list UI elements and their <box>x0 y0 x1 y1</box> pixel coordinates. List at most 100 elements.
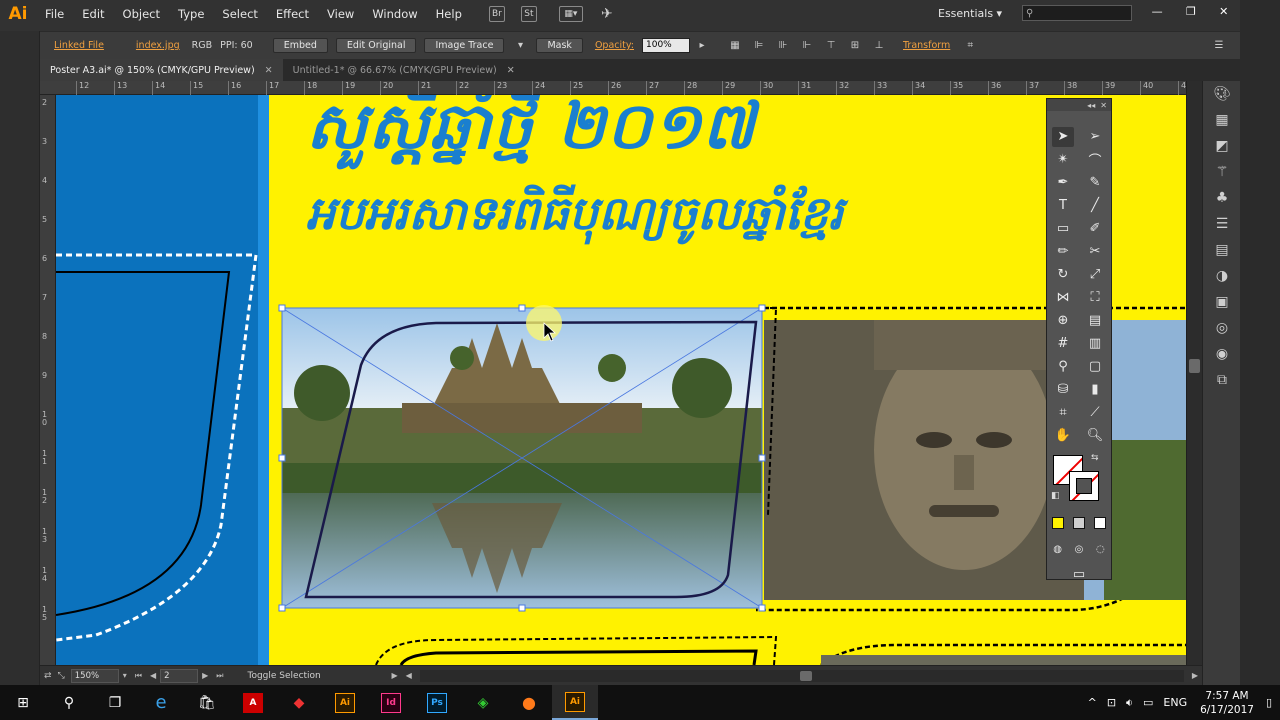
panel-menu-icon[interactable]: ☰ <box>1212 39 1226 53</box>
edge-icon[interactable]: e <box>138 685 184 720</box>
status-text[interactable]: Toggle Selection <box>247 671 387 681</box>
last-artboard-icon[interactable]: ⏭ <box>216 671 223 681</box>
menu-edit[interactable]: Edit <box>73 7 113 21</box>
previous-artboard-icon[interactable]: ◀ <box>150 671 156 680</box>
appearance-icon[interactable]: ▣ <box>1203 289 1241 315</box>
color-panel-icon[interactable]: 🎨︎ <box>1203 81 1241 107</box>
help-search-input[interactable]: ⚲ <box>1022 5 1132 21</box>
show-hidden-icons-icon[interactable]: ^ <box>1088 696 1097 709</box>
gradient-swatch-icon[interactable] <box>1072 517 1085 529</box>
artboards-icon[interactable]: ⧉ <box>1203 367 1241 393</box>
draw-inside-icon[interactable]: ◌ <box>1090 539 1111 559</box>
swatches-icon[interactable]: ◩ <box>1203 133 1241 159</box>
slice-tool-icon[interactable]: ⟋ <box>1084 403 1106 423</box>
draw-normal-icon[interactable]: ◍ <box>1047 539 1068 559</box>
default-fill-stroke-icon[interactable]: ◧ <box>1051 491 1060 501</box>
next-artboard-icon[interactable]: ▶ <box>202 671 208 680</box>
gpu-performance-icon[interactable]: ✈ <box>599 6 615 22</box>
store-icon[interactable]: 🛍︎ <box>184 685 230 720</box>
firefox-icon[interactable]: ● <box>506 685 552 720</box>
eyedropper-tool-icon[interactable]: ⚲ <box>1052 357 1074 377</box>
symbols-icon[interactable]: ♣ <box>1203 185 1241 211</box>
transform-link[interactable]: Transform <box>903 40 950 51</box>
opacity-arrow-icon[interactable]: ▸ <box>695 39 709 53</box>
brushes-icon[interactable]: ⚚ <box>1203 159 1241 185</box>
close-icon[interactable]: ✕ <box>507 65 515 76</box>
scissors-tool-icon[interactable]: ✂ <box>1084 242 1106 262</box>
task-view-icon[interactable]: ❐ <box>92 685 138 720</box>
linked-file-link[interactable]: Linked File <box>54 40 104 51</box>
pen-tool-icon[interactable]: ✒ <box>1052 173 1074 193</box>
zoom-dropdown-icon[interactable]: ▾ <box>123 671 127 680</box>
selection-tool-icon[interactable]: ➤ <box>1052 126 1074 147</box>
align-middle-icon[interactable]: ⊞ <box>848 39 862 53</box>
scroll-left-icon[interactable]: ◀ <box>406 671 412 680</box>
workspace-switcher[interactable]: Essentials ▾ <box>938 7 1002 20</box>
stroke-swatch[interactable] <box>1069 471 1099 501</box>
magic-wand-tool-icon[interactable]: ✴ <box>1052 150 1074 170</box>
corel-icon[interactable]: ◈ <box>460 685 506 720</box>
illustrator-active-icon[interactable]: Ai <box>552 685 598 720</box>
horizontal-scrollbar[interactable] <box>419 669 1184 682</box>
embed-button[interactable]: Embed <box>272 38 328 53</box>
menu-view[interactable]: View <box>318 7 363 21</box>
column-graph-tool-icon[interactable]: ▮ <box>1084 380 1106 400</box>
align-left-icon[interactable]: ⊫ <box>752 39 766 53</box>
align-right-icon[interactable]: ⊩ <box>800 39 814 53</box>
width-tool-icon[interactable]: ⋈ <box>1052 288 1074 308</box>
align-grid-icon[interactable]: ▦ <box>728 39 742 53</box>
color-swatch-icon[interactable] <box>1051 517 1064 529</box>
menu-select[interactable]: Select <box>213 7 266 21</box>
image-trace-dropdown-icon[interactable]: ▾ <box>513 39 527 53</box>
scroll-right-icon[interactable]: ▶ <box>1192 671 1198 680</box>
lasso-tool-icon[interactable]: ⌒ <box>1084 150 1106 170</box>
blend-tool-icon[interactable]: ▢ <box>1084 357 1106 377</box>
first-artboard-icon[interactable]: ⏮ <box>135 671 142 681</box>
transparency-icon[interactable]: ◑ <box>1203 263 1241 289</box>
close-icon[interactable]: ✕ <box>1219 5 1228 18</box>
draw-behind-icon[interactable]: ◎ <box>1068 539 1089 559</box>
tab-poster-a3[interactable]: Poster A3.ai* @ 150% (CMYK/GPU Preview) ✕ <box>40 59 283 81</box>
gradient-tool-icon[interactable]: ▥ <box>1084 334 1106 354</box>
none-swatch-icon[interactable] <box>1094 517 1107 529</box>
stroke-panel-icon[interactable]: ☰ <box>1203 211 1241 237</box>
pencil-tool-icon[interactable]: ✏ <box>1052 242 1074 262</box>
crop-icon[interactable]: ⌗ <box>963 39 977 53</box>
hand-tool-icon[interactable]: ✋ <box>1052 426 1074 446</box>
free-transform-tool-icon[interactable]: ⛶ <box>1084 288 1106 308</box>
edit-original-button[interactable]: Edit Original <box>335 38 417 53</box>
language-indicator[interactable]: ENG <box>1163 696 1187 709</box>
clock[interactable]: 7:57 AM 6/17/2017 <box>1200 689 1254 717</box>
network-icon[interactable]: ⊡ <box>1107 696 1116 709</box>
bridge-icon[interactable]: Br <box>488 6 505 22</box>
volume-icon[interactable]: 🔉︎ <box>1126 696 1133 710</box>
vertical-scrollbar[interactable] <box>1186 81 1202 665</box>
swap-icon[interactable]: ⇄ <box>44 671 52 681</box>
screen-mode-icon[interactable]: ▭ <box>1068 565 1090 585</box>
mask-button[interactable]: Mask <box>536 38 583 53</box>
tab-untitled-1[interactable]: Untitled-1* @ 66.67% (CMYK/GPU Preview) ✕ <box>283 59 525 81</box>
notifications-icon[interactable]: ▭ <box>1143 696 1153 709</box>
zoom-level-input[interactable]: 150% <box>70 668 119 683</box>
zoom-tool-icon[interactable]: 🔍︎ <box>1084 426 1106 446</box>
scale-tool-icon[interactable]: ⤢ <box>1084 265 1106 285</box>
direct-selection-tool-icon[interactable]: ➢ <box>1084 127 1106 147</box>
curvature-tool-icon[interactable]: ✎ <box>1084 173 1106 193</box>
status-menu-icon[interactable]: ▶ <box>391 671 397 680</box>
align-bottom-icon[interactable]: ⊥ <box>872 39 886 53</box>
image-trace-button[interactable]: Image Trace <box>424 38 505 53</box>
paintbrush-tool-icon[interactable]: ✐ <box>1084 219 1106 239</box>
acrobat-icon[interactable]: A <box>230 685 276 720</box>
tools-panel-header[interactable]: ◂◂ ✕ <box>1047 99 1111 111</box>
restore-icon[interactable]: ❐ <box>1186 5 1196 18</box>
menu-window[interactable]: Window <box>363 7 426 21</box>
menu-type[interactable]: Type <box>169 7 213 21</box>
ruby-icon[interactable]: ◆ <box>276 685 322 720</box>
fill-stroke-controls[interactable]: ⇆ ◧ <box>1047 451 1111 509</box>
photoshop-icon[interactable]: Ps <box>414 685 460 720</box>
action-center-icon[interactable]: ▯ <box>1266 696 1272 709</box>
menu-file[interactable]: File <box>36 7 73 21</box>
expand-icon[interactable]: ⤡ <box>58 671 65 681</box>
rectangle-tool-icon[interactable]: ▭ <box>1052 219 1074 239</box>
symbol-sprayer-tool-icon[interactable]: ⛁ <box>1052 380 1074 400</box>
